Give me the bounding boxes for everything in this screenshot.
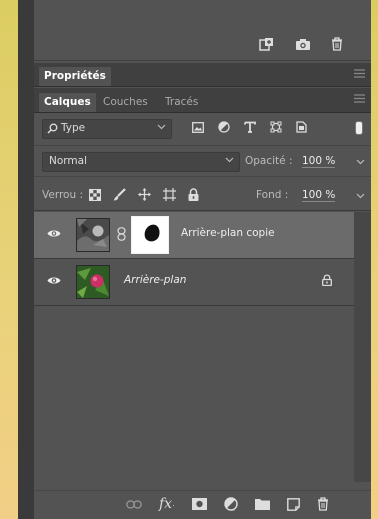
layers-panel: Propriétés Calques Couches Tracés Type N…: [34, 0, 371, 519]
link-icon[interactable]: [126, 499, 142, 509]
left-dock-strip: [18, 0, 34, 519]
add-mask-icon[interactable]: [191, 498, 207, 510]
pixel-layer-filter-icon[interactable]: [192, 121, 204, 133]
eye-visibility-icon[interactable]: [47, 229, 61, 238]
layer-name[interactable]: Arrière-plan: [124, 274, 186, 286]
filter-type-select[interactable]: Type: [42, 119, 172, 139]
panel-menu-icon[interactable]: [354, 69, 365, 78]
lock-all-icon[interactable]: [188, 188, 199, 201]
blend-mode-row: Normal Opacité : 100 %: [34, 148, 371, 177]
opacity-dropdown-chevron-icon[interactable]: [356, 159, 365, 165]
properties-tab-bar: Propriétés: [34, 63, 371, 87]
adjustment-layer-filter-icon[interactable]: [218, 121, 230, 133]
tab-traces[interactable]: Tracés: [160, 93, 203, 112]
lock-image-pixels-brush-icon[interactable]: [113, 188, 126, 201]
lock-transparent-pixels-icon[interactable]: [89, 188, 101, 201]
smart-object-filter-icon[interactable]: [296, 121, 307, 133]
opacity-input[interactable]: 100 %: [302, 155, 336, 168]
chevron-down-icon: [225, 157, 234, 163]
opacity-label: Opacité :: [245, 155, 293, 167]
group-folder-icon[interactable]: [254, 498, 270, 510]
filter-toggle-switch[interactable]: [355, 121, 363, 135]
fill-label: Fond :: [256, 189, 289, 201]
chevron-down-icon: [157, 124, 166, 130]
tab-couches[interactable]: Couches: [98, 93, 153, 112]
shape-layer-filter-icon[interactable]: [270, 121, 282, 133]
fx-icon[interactable]: fx.: [159, 497, 175, 511]
camera-icon[interactable]: [295, 38, 311, 51]
fill-input[interactable]: 100 %: [302, 189, 336, 202]
trash-icon[interactable]: [317, 497, 329, 511]
eye-visibility-icon[interactable]: [47, 276, 61, 285]
new-frame-icon[interactable]: [259, 37, 275, 51]
type-layer-filter-icon[interactable]: [244, 121, 256, 133]
layer-filter-row: Type: [34, 113, 371, 146]
lock-position-move-icon[interactable]: [138, 188, 151, 201]
trash-icon[interactable]: [331, 37, 343, 51]
adjustment-icon[interactable]: .: [223, 497, 238, 511]
tab-calques[interactable]: Calques: [39, 93, 96, 112]
tab-properties[interactable]: Propriétés: [39, 67, 111, 86]
blend-mode-value: Normal: [49, 155, 87, 167]
layers-menu-icon[interactable]: [354, 94, 365, 103]
layer-mask-thumbnail[interactable]: [131, 216, 169, 254]
fill-dropdown-chevron-icon[interactable]: [356, 193, 365, 199]
layers-tab-bar: Calques Couches Tracés: [34, 88, 371, 113]
layers-scrollbar[interactable]: [354, 212, 371, 482]
top-toolbar: [34, 0, 371, 61]
svg-text:.: .: [233, 506, 235, 511]
layer-row-arriere-plan[interactable]: Arrière-plan: [34, 259, 354, 306]
layer-thumbnail-color: [76, 265, 110, 299]
filter-type-label: Type: [61, 122, 86, 134]
lock-artboard-icon[interactable]: [163, 188, 176, 201]
chain-link-icon[interactable]: [117, 227, 126, 241]
layers-bottom-toolbar: fx. .: [34, 490, 371, 519]
layers-list: Arrière-plan copie Arrière-plan: [34, 212, 354, 482]
search-icon: [47, 123, 58, 134]
lock-row: Verrou : Fond : 100 %: [34, 180, 371, 211]
blend-mode-select[interactable]: Normal: [42, 152, 240, 172]
layer-row-arriere-plan-copie[interactable]: Arrière-plan copie: [34, 212, 354, 259]
lock-label: Verrou :: [42, 189, 84, 201]
lock-icon[interactable]: [322, 274, 332, 286]
layer-name[interactable]: Arrière-plan copie: [181, 227, 275, 239]
new-layer-icon[interactable]: [286, 497, 300, 511]
layer-thumbnail-grayscale: [76, 218, 110, 252]
